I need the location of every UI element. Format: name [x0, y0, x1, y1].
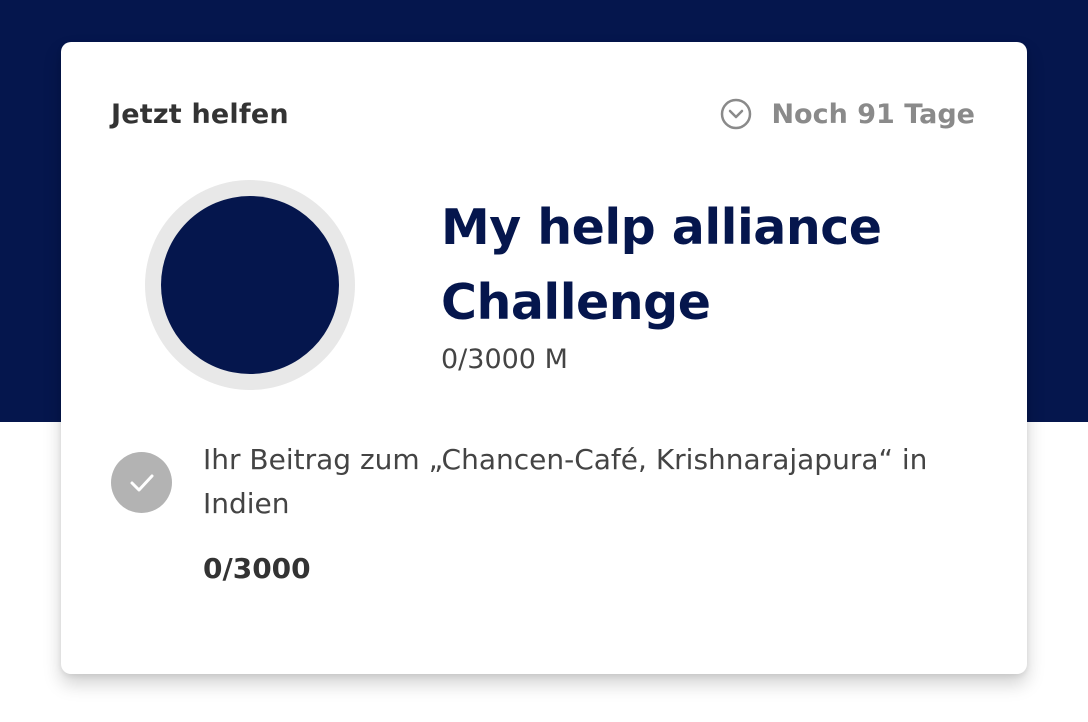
card-header: Jetzt helfen Noch 91 Tage: [111, 94, 975, 134]
challenge-card[interactable]: Jetzt helfen Noch 91 Tage My help allian…: [61, 42, 1027, 674]
contribution-description: Ihr Beitrag zum „Chancen-Café, Krishnara…: [203, 443, 928, 520]
time-remaining-label: Noch 91 Tage: [771, 98, 975, 130]
challenge-avatar-ring: [145, 180, 355, 390]
challenge-title: My help alliance Challenge: [441, 199, 882, 331]
time-remaining: Noch 91 Tage: [719, 97, 975, 131]
checkmark-icon: [111, 452, 172, 513]
contribution-progress: 0/3000: [203, 552, 311, 585]
challenge-progress: 0/3000 M: [441, 344, 568, 375]
help-now-label[interactable]: Jetzt helfen: [111, 99, 289, 130]
challenge-avatar: [161, 196, 339, 374]
clock-icon: [719, 97, 753, 131]
